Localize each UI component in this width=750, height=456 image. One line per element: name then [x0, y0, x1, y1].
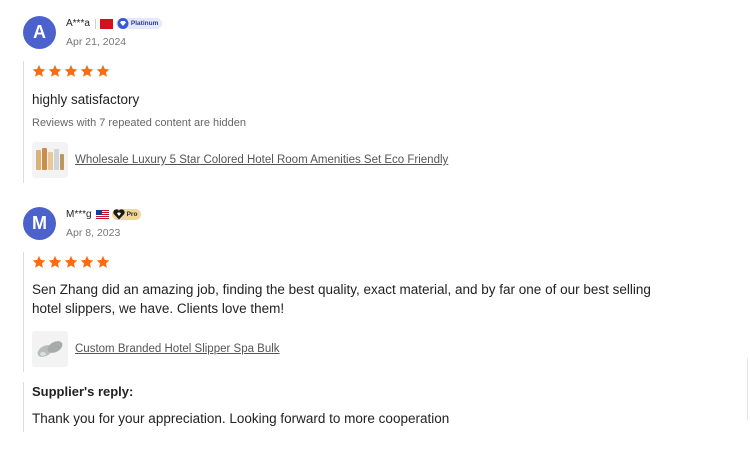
star-icon: [48, 64, 62, 77]
product-link-row[interactable]: Wholesale Luxury 5 Star Colored Hotel Ro…: [32, 142, 722, 178]
right-edge-divider: [747, 358, 748, 420]
reviewer-meta: M***g Pro Apr 8, 2023: [66, 208, 142, 239]
hidden-reviews-note: Reviews with 7 repeated content are hidd…: [32, 117, 247, 129]
star-icon: [64, 64, 78, 77]
avatar: M: [23, 206, 56, 240]
product-link[interactable]: Wholesale Luxury 5 Star Colored Hotel Ro…: [75, 154, 448, 166]
review-body: Sen Zhang did an amazing job, finding th…: [23, 252, 722, 372]
review-header: M M***g Pro Apr 8, 2023: [23, 206, 142, 240]
heart-diamond-icon: [112, 209, 125, 220]
review-card: M M***g Pro Apr 8, 2023 Sen Zhang did an…: [0, 206, 750, 432]
reviewer-meta: A***a Platinum Apr 21, 2024: [66, 17, 163, 48]
star-icon: [64, 255, 78, 268]
supplier-reply: Supplier's reply: Thank you for your app…: [23, 382, 722, 432]
review-text: highly satisfactory: [32, 92, 140, 107]
review-text-line: Sen Zhang did an amazing job, finding th…: [32, 282, 651, 297]
star-icon: [96, 255, 110, 268]
badge-label: Pro: [126, 211, 138, 218]
star-icon: [32, 255, 46, 268]
slipper-image-icon: [37, 341, 63, 357]
star-icon: [96, 64, 110, 77]
reviewer-name-row: A***a Platinum: [66, 17, 163, 31]
review-body: highly satisfactory Reviews with 7 repea…: [23, 61, 722, 183]
star-rating: [32, 254, 722, 270]
reviewer-name: A***a: [66, 18, 90, 29]
product-thumbnail[interactable]: [32, 331, 68, 367]
platinum-badge: Platinum: [115, 18, 163, 29]
product-link-row[interactable]: Custom Branded Hotel Slipper Spa Bulk: [32, 331, 722, 367]
amenities-image-icon: [36, 148, 64, 170]
flag-icon: [99, 18, 113, 29]
flag-icon: [95, 209, 109, 220]
reply-text: Thank you for your appreciation. Looking…: [32, 411, 450, 426]
divider: [94, 18, 96, 29]
pro-badge: Pro: [111, 209, 142, 220]
review-date: Apr 21, 2024: [66, 35, 127, 48]
review-date: Apr 8, 2023: [66, 226, 121, 239]
review-text: Sen Zhang did an amazing job, finding th…: [32, 280, 722, 318]
avatar: A: [23, 15, 56, 49]
star-icon: [32, 64, 46, 77]
reply-title: Supplier's reply:: [32, 384, 134, 399]
diamond-icon: [117, 18, 129, 29]
product-link[interactable]: Custom Branded Hotel Slipper Spa Bulk: [75, 343, 280, 355]
product-thumbnail[interactable]: [32, 142, 68, 178]
reviewer-name-row: M***g Pro: [66, 208, 142, 222]
review-card: A A***a Platinum Apr 21, 2024 highly sat…: [0, 15, 750, 190]
star-icon: [48, 255, 62, 268]
reviewer-name: M***g: [66, 209, 92, 220]
review-text-line: hotel slippers, we have. Clients love th…: [32, 301, 285, 316]
review-header: A A***a Platinum Apr 21, 2024: [23, 15, 163, 49]
star-icon: [80, 255, 94, 268]
star-icon: [80, 64, 94, 77]
star-rating: [32, 63, 722, 79]
badge-label: Platinum: [130, 20, 159, 27]
